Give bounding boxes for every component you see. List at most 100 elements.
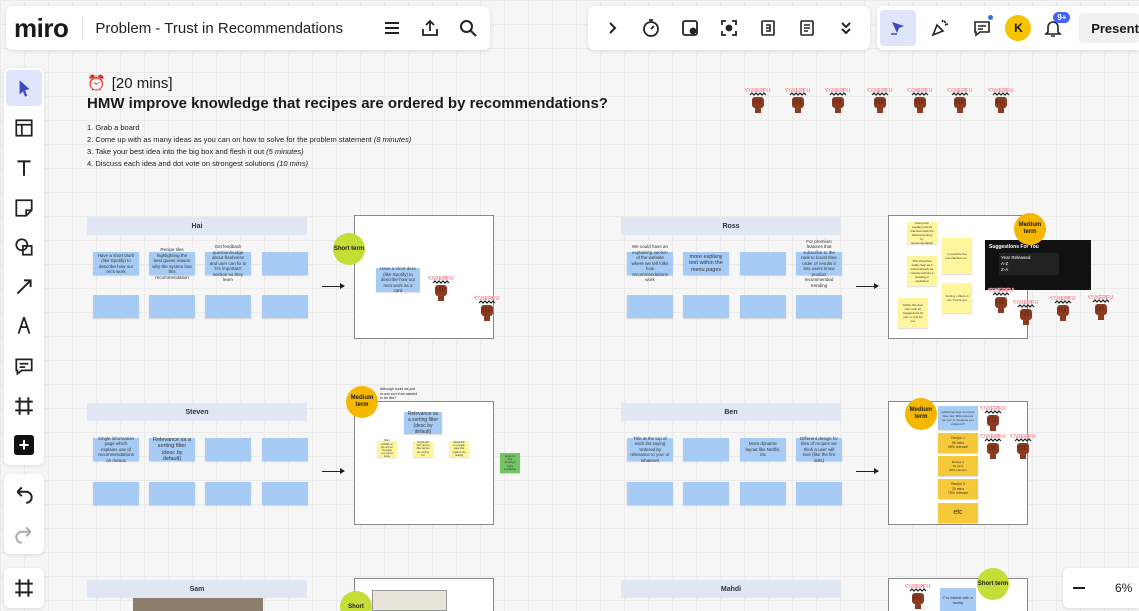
sticky-note[interactable]: more explany text within the menu pages — [683, 252, 729, 275]
sticky-note[interactable] — [93, 482, 139, 505]
present-button[interactable]: Present — [1079, 13, 1139, 43]
sticky-note[interactable] — [262, 295, 308, 318]
sticky-note[interactable]: Would link to a single page that explain… — [449, 441, 469, 457]
powerful-stamp-icon[interactable]: POWERFUL — [1085, 291, 1118, 321]
recipe-card[interactable]: Recipe 3 20 mins 75% relevant — [938, 479, 978, 499]
sticky-note[interactable]: Evidence that showing it helps knowledge — [500, 453, 520, 473]
sticky-note[interactable]: Have a short blurb (like Spotify) to des… — [93, 252, 139, 275]
sticky-note[interactable] — [262, 438, 308, 461]
powerful-stamp-icon[interactable]: POWERFUL — [902, 580, 935, 610]
sticky-note[interactable] — [93, 295, 139, 318]
sticky-note[interactable] — [262, 482, 308, 505]
sticky-note[interactable] — [205, 438, 251, 461]
focus-icon[interactable] — [711, 10, 747, 46]
powerful-stamp-icon[interactable]: POWERFUL — [1007, 430, 1040, 460]
powerful-stamp-icon[interactable]: POWERFUL — [985, 284, 1018, 314]
sticky-note[interactable]: Could add 'sort' item to filter across t… — [413, 441, 433, 457]
timer-icon[interactable] — [633, 10, 669, 46]
sticky-note[interactable]: More visibility of the sort on the page … — [377, 439, 397, 458]
powerful-stamp-icon[interactable]: POWERFUL — [782, 84, 815, 114]
powerful-stamp-icon[interactable]: POWERFUL — [425, 272, 458, 302]
sticky-note[interactable]: It would be the one that Bon so... — [942, 238, 972, 274]
sticky-note[interactable] — [149, 482, 195, 505]
sticky-note[interactable] — [683, 438, 729, 461]
sticky-note[interactable] — [627, 295, 673, 318]
idea-frame-hai[interactable] — [354, 215, 494, 339]
sticky-note[interactable]: We could have an explaining section of t… — [627, 244, 673, 282]
undo-icon[interactable] — [4, 474, 44, 514]
chevron-right-icon[interactable] — [594, 10, 630, 46]
powerful-stamp-icon[interactable]: POWERFUL — [471, 292, 504, 322]
powerful-stamp-icon[interactable]: POWERFUL — [904, 84, 937, 114]
recipe-card[interactable]: Recipe 1 95 mins 98% relevant — [938, 433, 978, 453]
powerful-stamp-icon[interactable]: POWERFUL — [1047, 292, 1080, 322]
search-icon[interactable] — [450, 10, 486, 46]
board-title[interactable]: Problem - Trust in Recommendations — [95, 20, 343, 37]
user-avatar[interactable]: K — [1005, 15, 1032, 41]
frames-list-icon[interactable] — [4, 568, 44, 608]
sticky-note[interactable]: Relevance as a sorting filter (desc by d… — [404, 411, 442, 435]
frame-tool-icon[interactable] — [4, 386, 44, 426]
sticky-note[interactable]: Relevance as a sorting filter (desc by d… — [149, 437, 195, 462]
sticky-note[interactable] — [627, 482, 673, 505]
recipe-card[interactable]: etc — [938, 503, 978, 523]
sketch-photo[interactable] — [372, 590, 447, 611]
powerful-stamp-icon[interactable]: POWERFUL — [985, 84, 1018, 114]
sticky-note[interactable]: Recipe tiles highlighting the best guess… — [149, 247, 195, 280]
chevron-down-icon[interactable] — [828, 10, 864, 46]
templates-icon[interactable] — [4, 109, 44, 149]
sticky-note[interactable]: For premium features that subscribe to t… — [796, 239, 842, 288]
sticky-note[interactable]: More dynamic layout like Netflix, etc — [740, 438, 786, 461]
photo-embed[interactable] — [133, 598, 263, 611]
sticky-note[interactable] — [683, 295, 729, 318]
sticky-note[interactable]: Get feedback question/nudge about freshn… — [205, 244, 251, 282]
powerful-stamp-icon[interactable]: POWERFUL — [864, 84, 897, 114]
sticky-note[interactable] — [740, 252, 786, 275]
sticky-note[interactable]: Title at the top of each list saying 'or… — [627, 436, 673, 463]
select-tool-icon[interactable] — [6, 70, 42, 106]
more-tools-icon[interactable]: + — [4, 425, 44, 465]
zoom-level[interactable]: 6% — [1115, 581, 1132, 595]
zoom-out-icon[interactable] — [1063, 570, 1095, 606]
powerful-stamp-icon[interactable]: POWERFUL — [742, 84, 775, 114]
connector-line-icon[interactable] — [4, 267, 44, 307]
bell-icon[interactable]: 9+ — [1037, 10, 1071, 46]
sticky-note[interactable] — [740, 482, 786, 505]
screenshot-embed[interactable]: Suggestions For You Year Released A-Z Z-… — [985, 240, 1091, 290]
cursor-tracking-icon[interactable] — [880, 10, 916, 46]
sticky-note[interactable] — [262, 252, 308, 275]
miro-logo[interactable]: miro — [14, 13, 69, 44]
sticky-note[interactable] — [205, 295, 251, 318]
sticky-note[interactable] — [683, 482, 729, 505]
sticky-note[interactable]: Sorting + filters in the 'You've got — [942, 283, 972, 313]
powerful-stamp-icon[interactable]: POWERFUL — [977, 402, 1010, 432]
notes-icon[interactable] — [789, 10, 825, 46]
sticky-note-icon[interactable] — [4, 188, 44, 228]
redo-icon[interactable] — [4, 514, 44, 554]
sticky-note[interactable]: Netflix has their own rank for 'suggesti… — [898, 298, 928, 328]
sticky-note[interactable] — [796, 482, 842, 505]
pen-icon[interactable] — [4, 307, 44, 347]
sticky-note[interactable]: Using tech overlay options that flow bac… — [907, 221, 937, 245]
sticky-note[interactable] — [205, 482, 251, 505]
comments-icon[interactable] — [964, 10, 1000, 46]
sticky-note[interactable]: For Mahdi with a tooltip — [940, 588, 976, 611]
countdown-icon[interactable] — [750, 10, 786, 46]
sticky-note[interactable]: Different design for tiles of recipes we… — [796, 436, 842, 463]
powerful-stamp-icon[interactable]: POWERFUL — [822, 84, 855, 114]
sticky-note[interactable] — [796, 295, 842, 318]
shapes-icon[interactable] — [4, 227, 44, 267]
powerful-stamp-icon[interactable]: POWERFUL — [1010, 296, 1043, 326]
text-tool-icon[interactable] — [4, 148, 44, 188]
voting-icon[interactable] — [672, 10, 708, 46]
celebrate-icon[interactable] — [922, 10, 958, 46]
share-icon[interactable] — [412, 10, 448, 46]
sticky-note[interactable]: This should be really clear as it would … — [907, 256, 937, 286]
comment-tool-icon[interactable] — [4, 346, 44, 386]
sticky-note[interactable] — [149, 295, 195, 318]
sticky-note[interactable]: Additional tags on recipe tiles, like '9… — [938, 406, 978, 430]
powerful-stamp-icon[interactable]: POWERFUL — [977, 430, 1010, 460]
menu-icon[interactable] — [374, 10, 410, 46]
sticky-note[interactable] — [740, 295, 786, 318]
powerful-stamp-icon[interactable]: POWERFUL — [944, 84, 977, 114]
